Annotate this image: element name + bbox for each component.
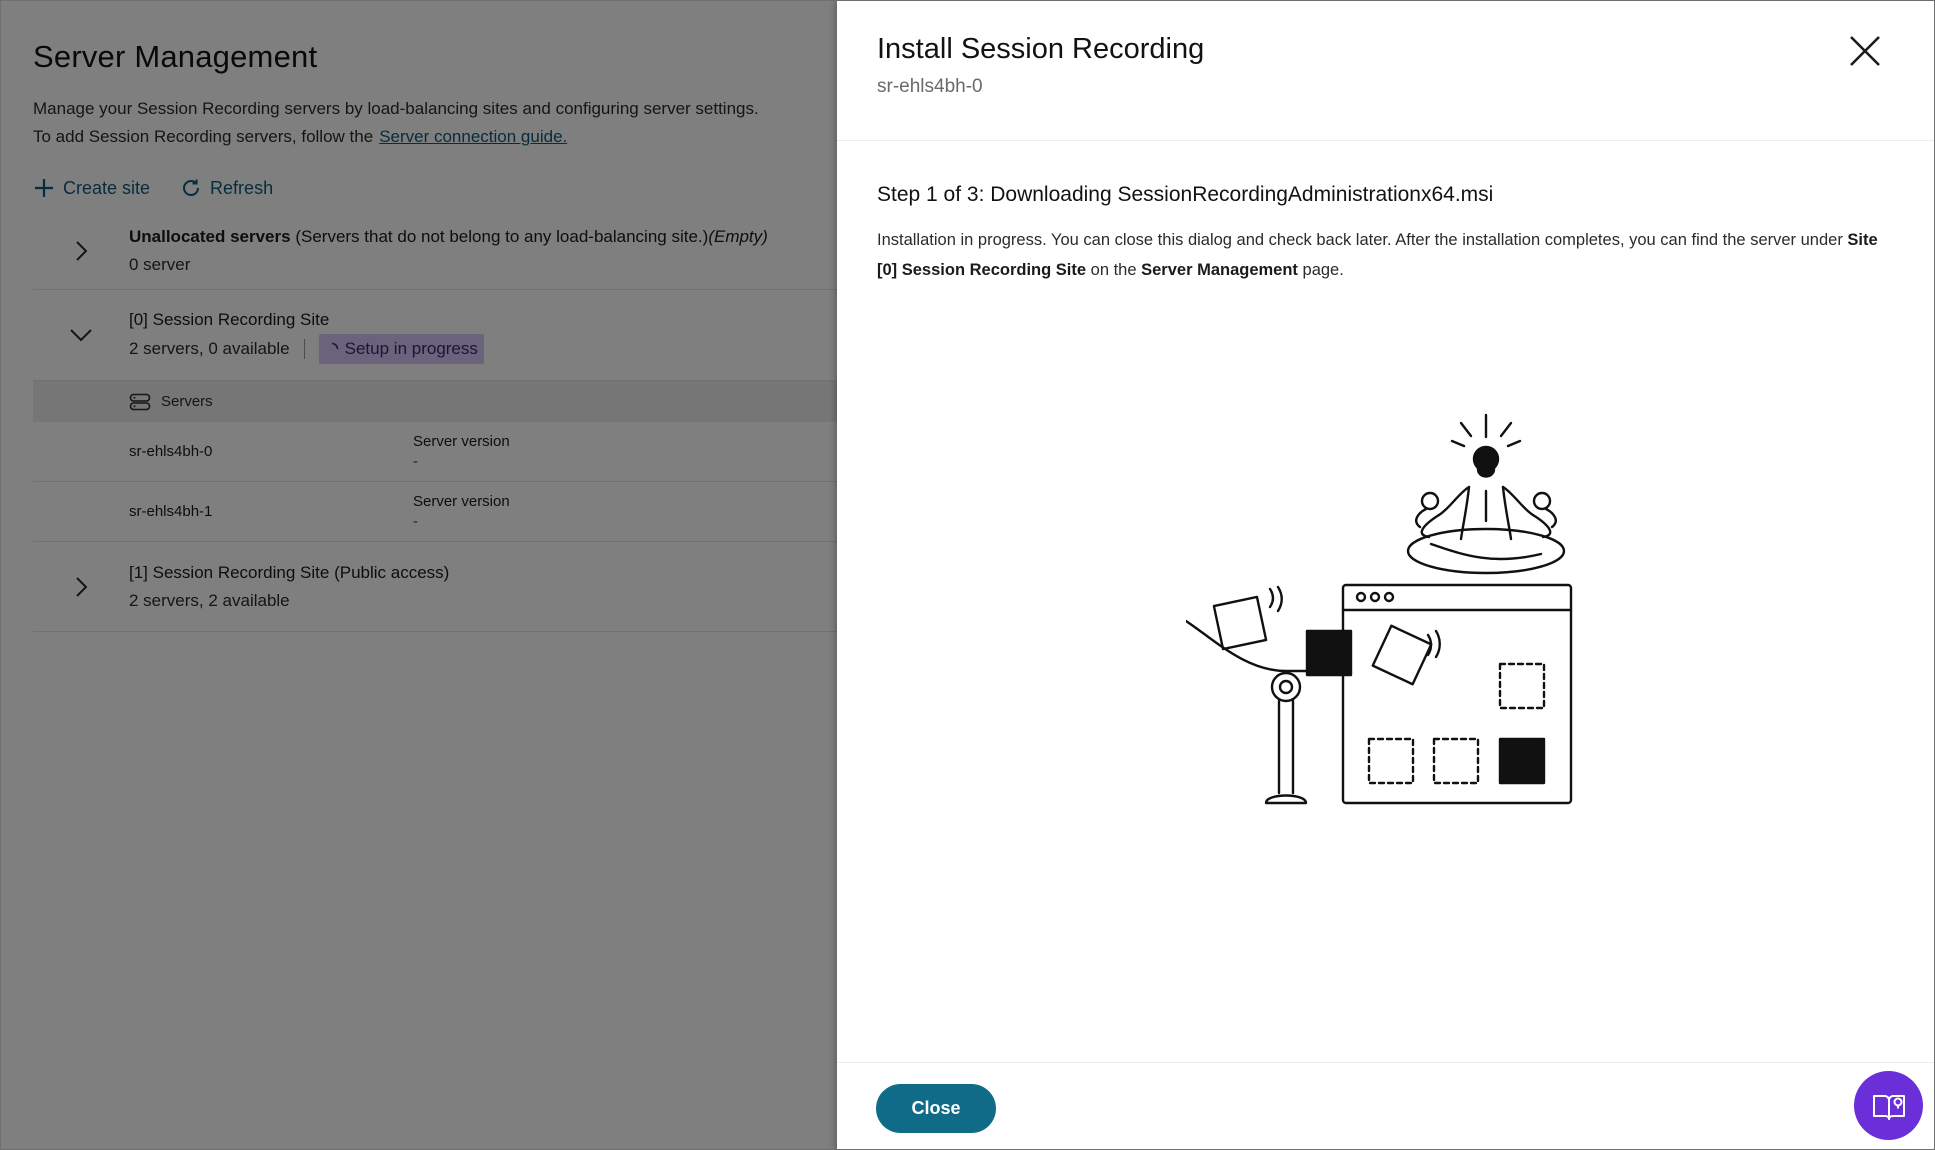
step-desc-part-2: on the — [1090, 261, 1137, 279]
step-desc-part-1: Installation in progress. You can close … — [877, 231, 1843, 249]
close-dialog-button[interactable] — [1845, 31, 1885, 71]
step-title: Step 1 of 3: Downloading SessionRecordin… — [877, 183, 1494, 206]
dialog-subtitle: sr-ehls4bh-0 — [877, 76, 983, 97]
meditation-illustration — [1186, 413, 1573, 805]
help-button[interactable] — [1854, 1071, 1923, 1140]
close-button[interactable]: Close — [876, 1084, 996, 1133]
step-description: Installation in progress. You can close … — [877, 225, 1897, 285]
app-frame: Server Management Manage your Session Re… — [0, 0, 1935, 1150]
modal-overlay[interactable] — [1, 1, 837, 1149]
dialog-header: Install Session Recording sr-ehls4bh-0 — [837, 1, 1934, 141]
dialog-body: Step 1 of 3: Downloading SessionRecordin… — [837, 141, 1934, 285]
server-management-bold: Server Management — [1141, 261, 1298, 279]
close-icon — [1850, 36, 1880, 66]
dialog-footer: Close — [837, 1062, 1934, 1149]
help-book-icon — [1872, 1094, 1905, 1120]
step-desc-part-3: page. — [1302, 261, 1344, 279]
dialog-title: Install Session Recording — [877, 33, 1205, 65]
